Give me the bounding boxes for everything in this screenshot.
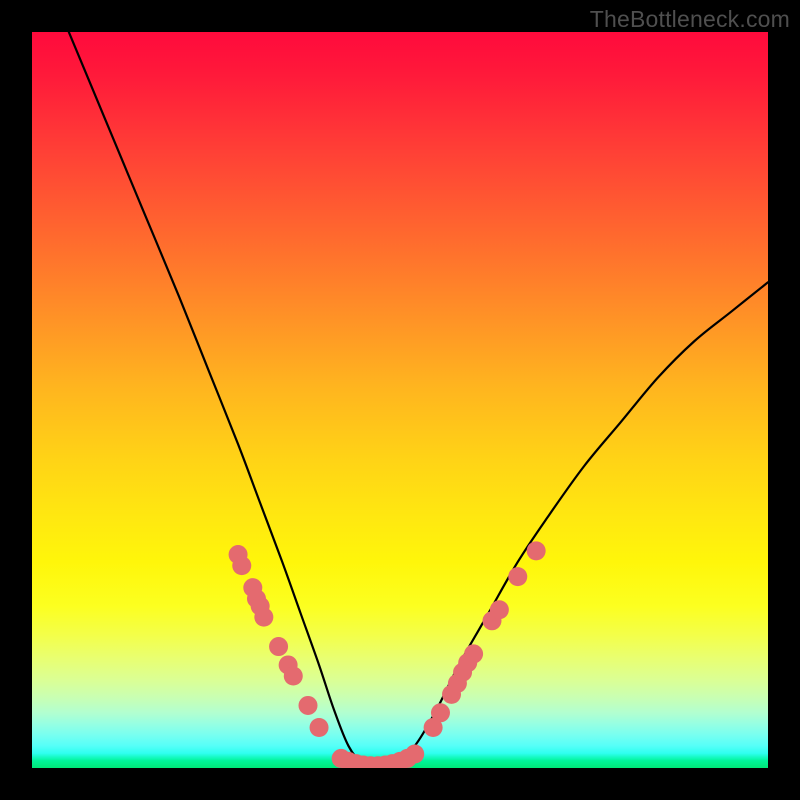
chart-frame: TheBottleneck.com (0, 0, 800, 800)
curve-svg (32, 32, 768, 768)
data-marker (405, 745, 424, 764)
data-marker (490, 600, 509, 619)
data-marker (310, 718, 329, 737)
data-marker (527, 541, 546, 560)
data-marker (299, 696, 318, 715)
plot-area (32, 32, 768, 768)
data-marker (431, 703, 450, 722)
watermark-text: TheBottleneck.com (590, 6, 790, 33)
data-marker (269, 637, 288, 656)
data-marker (254, 608, 273, 627)
data-markers (229, 541, 546, 768)
bottleneck-curve (69, 32, 768, 768)
data-marker (508, 567, 527, 586)
data-marker (232, 556, 251, 575)
data-marker (284, 667, 303, 686)
data-marker (464, 644, 483, 663)
